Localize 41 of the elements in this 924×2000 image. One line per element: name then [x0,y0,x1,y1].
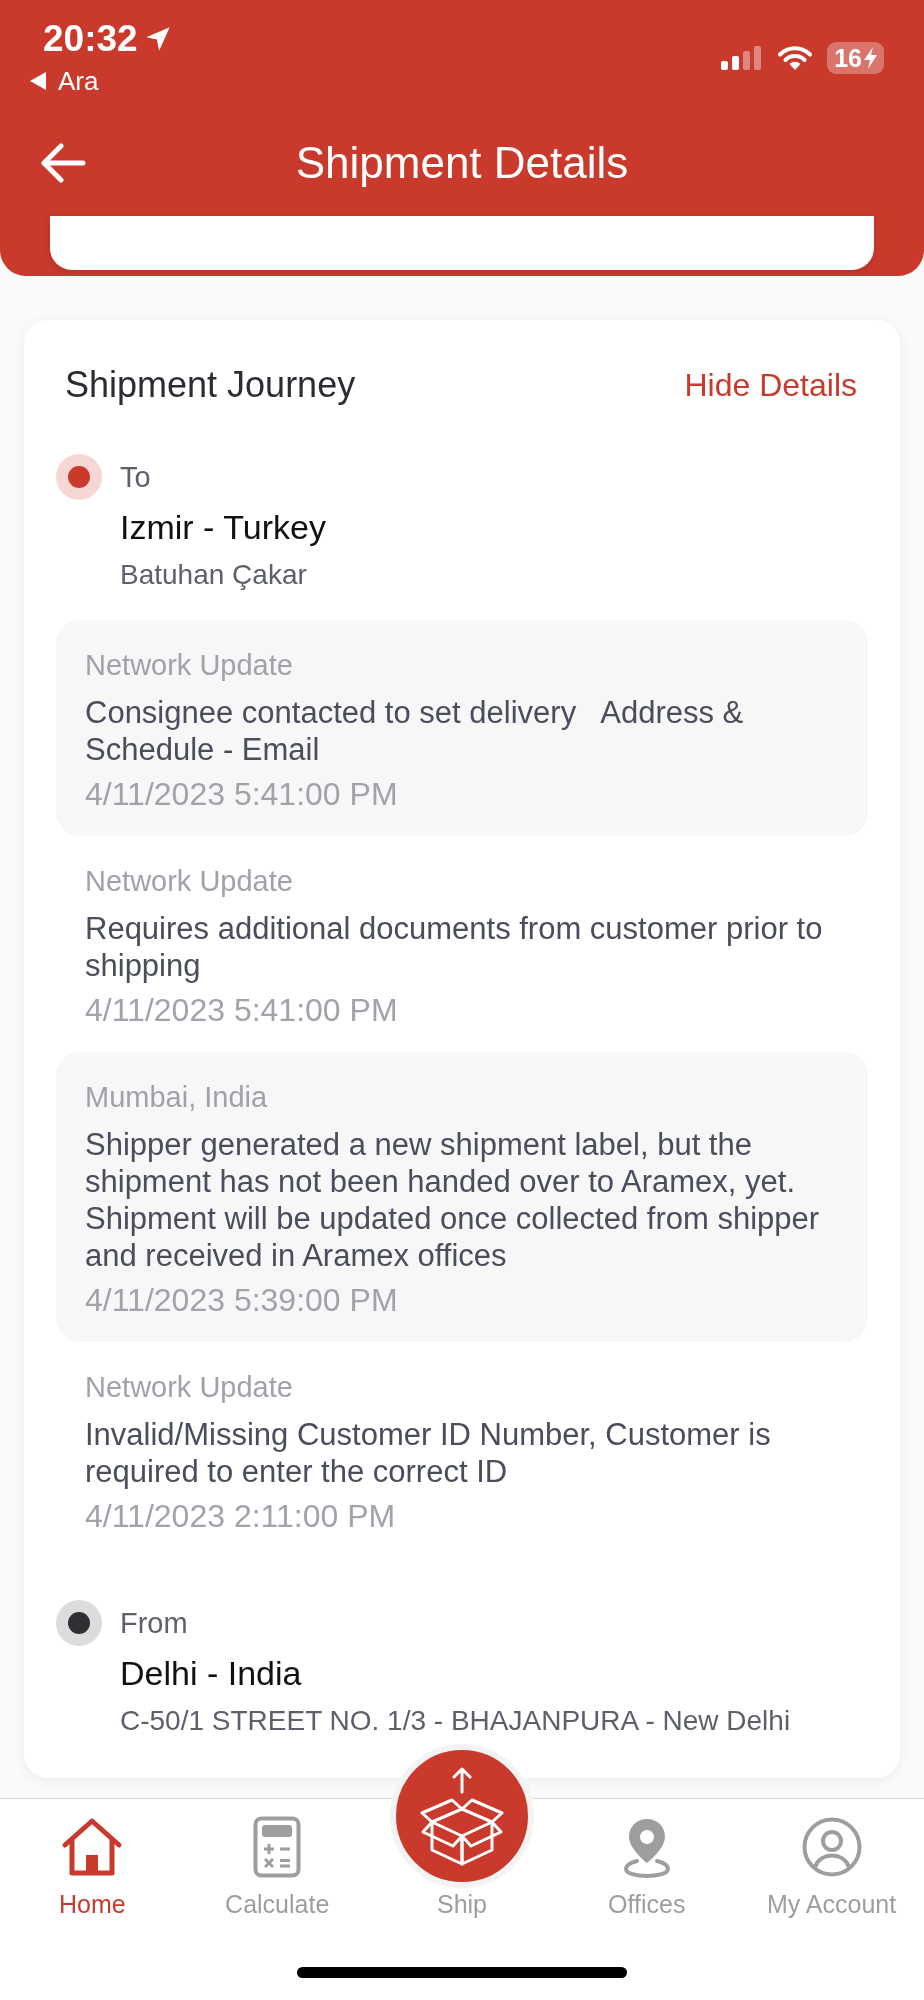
endpoint-label: From [120,1606,189,1641]
event-time: 4/11/2023 2:11:00 PM [85,1498,397,1534]
event-location: Network Update [85,648,294,682]
back-triangle-icon [30,72,46,90]
event-description: Shipper generated a new shipment label, but the shipment has not been handed over to Aramex, yet. Shipment will be updated once collected from shipper and received in Aramex offices [85,1126,821,1274]
battery-level: 16 [834,43,862,73]
nav-tab[interactable]: Ship [436,1890,487,1918]
map-pin-icon [621,1816,672,1878]
nav-tab[interactable]: My Account [766,1816,897,1918]
endpoint-place: Izmir - Turkey [120,507,326,548]
destination-dot-icon [56,454,102,500]
box-arrow-icon [420,1766,504,1866]
event-location: Network Update [85,1370,294,1404]
back-arrow-icon[interactable] [40,143,86,183]
house-icon [61,1817,124,1877]
nav-tab[interactable]: Offices [608,1816,686,1918]
event-time: 4/11/2023 5:41:00 PM [85,992,399,1028]
signal-bars-icon [721,46,764,70]
wifi-icon [777,45,814,71]
origin-dot-icon [56,1600,102,1646]
section-title: Shipment Journey [65,364,356,406]
event-time: 4/11/2023 5:39:00 PM [85,1282,399,1318]
event-description: Invalid/Missing Customer ID Number, Customer is required to enter the correct ID [85,1416,772,1490]
calculator-icon [253,1816,302,1878]
event-location: Mumbai, India [85,1080,269,1114]
back-to-app-link[interactable]: Ara [30,66,172,96]
event-description: Requires additional documents from customer prior to shipping [85,910,824,984]
event-location: Network Update [85,864,294,898]
endpoint-detail: Batuhan Çakar [120,558,308,592]
event-time: 4/11/2023 5:41:00 PM [85,776,399,812]
nav-tab[interactable]: Calculate [225,1816,330,1918]
user-circle-icon [801,1817,862,1877]
page-title: Shipment Details [294,138,630,188]
event-description: Consignee contacted to set delivery Address & Schedule - Email [85,694,745,768]
endpoint-label: To [120,460,152,495]
endpoint-detail: C-50/1 STREET NO. 1/3 - BHAJANPURA - New Delhi [120,1704,791,1738]
nav-tab[interactable]: Home [59,1816,126,1918]
status-time: 20:32 [43,18,138,60]
endpoint-place: Delhi - India [120,1653,303,1694]
bolt-icon [864,47,877,69]
hide-details-link[interactable]: Hide Details [684,365,857,405]
